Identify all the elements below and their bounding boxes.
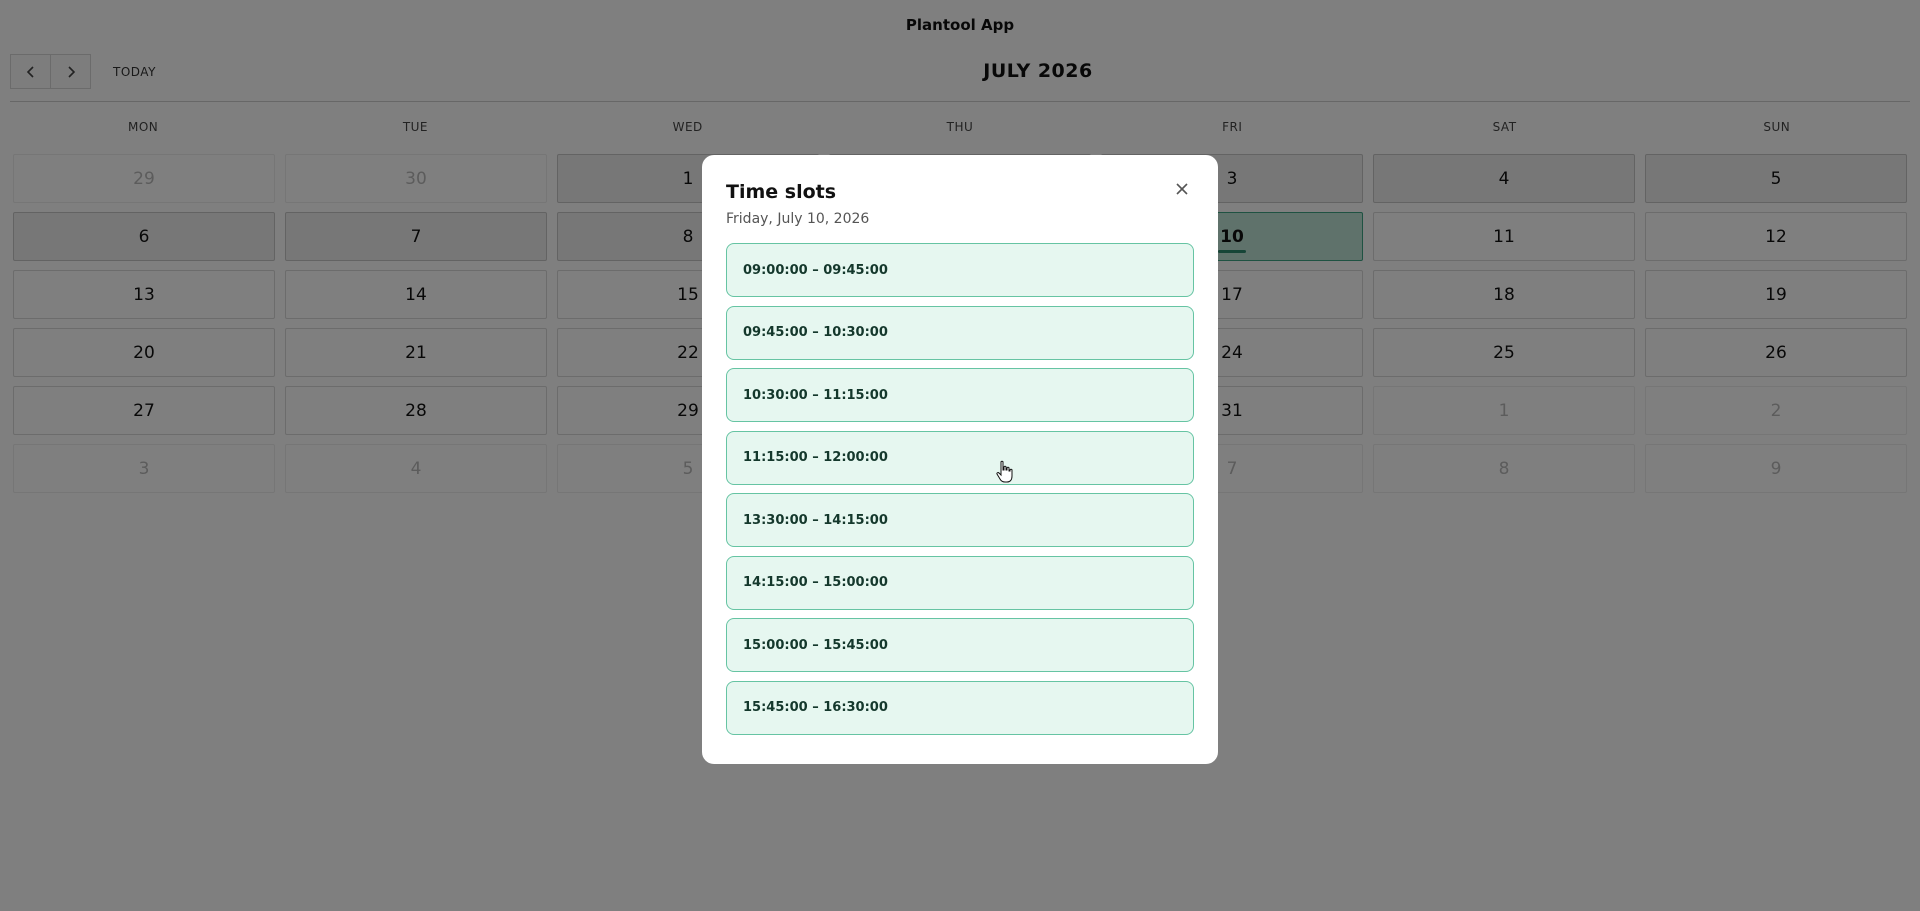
time-slot-button[interactable]: 13:30:00 – 14:15:00 bbox=[726, 493, 1194, 547]
time-slot-button[interactable]: 11:15:00 – 12:00:00 bbox=[726, 430, 1194, 485]
hand-cursor-icon bbox=[996, 460, 1013, 483]
time-slot-button[interactable]: 09:45:00 – 10:30:00 bbox=[726, 305, 1194, 360]
dialog-subtitle: Friday, July 10, 2026 bbox=[726, 211, 870, 227]
time-slot-button[interactable]: 15:45:00 – 16:30:00 bbox=[726, 680, 1194, 735]
time-slot-list: 09:00:00 – 09:45:00 09:45:00 – 10:30:00 10… bbox=[726, 243, 1194, 735]
dialog-title: Time slots bbox=[726, 181, 837, 203]
close-icon bbox=[1176, 183, 1188, 195]
time-slot-button[interactable]: 15:00:00 – 15:45:00 bbox=[726, 618, 1194, 672]
time-slot-button[interactable]: 10:30:00 – 11:15:00 bbox=[726, 368, 1194, 422]
time-slots-dialog: Time slots Friday, July 10, 2026 09:00:0… bbox=[702, 155, 1218, 764]
time-slot-button[interactable]: 14:15:00 – 15:00:00 bbox=[726, 555, 1194, 610]
time-slot-button[interactable]: 09:00:00 – 09:45:00 bbox=[726, 243, 1194, 297]
close-button[interactable] bbox=[1172, 179, 1192, 199]
